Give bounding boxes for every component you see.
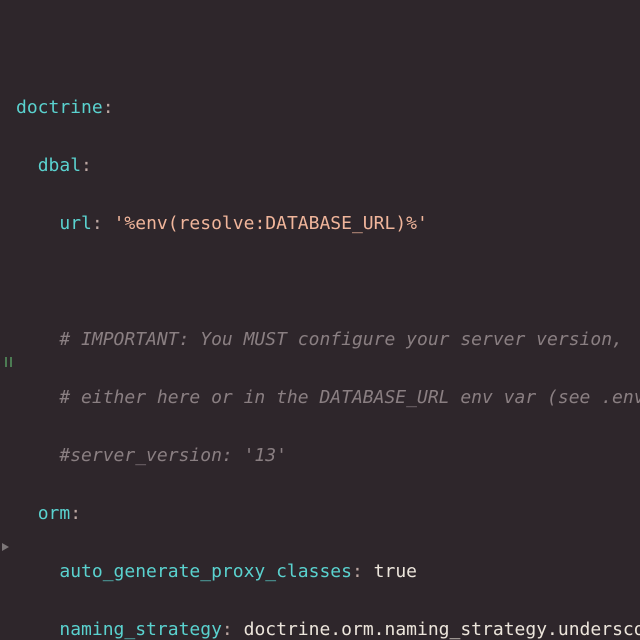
code-editor[interactable]: doctrine: dbal: url: '%env(resolve:DATAB… <box>0 0 640 640</box>
code-line: # IMPORTANT: You MUST configure your ser… <box>16 325 640 354</box>
code-line: auto_generate_proxy_classes: true <box>16 557 640 586</box>
fold-marker-icon[interactable] <box>2 543 9 551</box>
code-line: naming_strategy: doctrine.orm.naming_str… <box>16 615 640 640</box>
code-line: url: '%env(resolve:DATABASE_URL)%' <box>16 209 640 238</box>
code-line: dbal: <box>16 151 640 180</box>
code-line: #server_version: '13' <box>16 441 640 470</box>
code-line <box>16 267 640 296</box>
code-line: # either here or in the DATABASE_URL env… <box>16 383 640 412</box>
gutter-change-marker <box>5 357 12 367</box>
code-line: doctrine: <box>16 93 640 122</box>
code-line: orm: <box>16 499 640 528</box>
